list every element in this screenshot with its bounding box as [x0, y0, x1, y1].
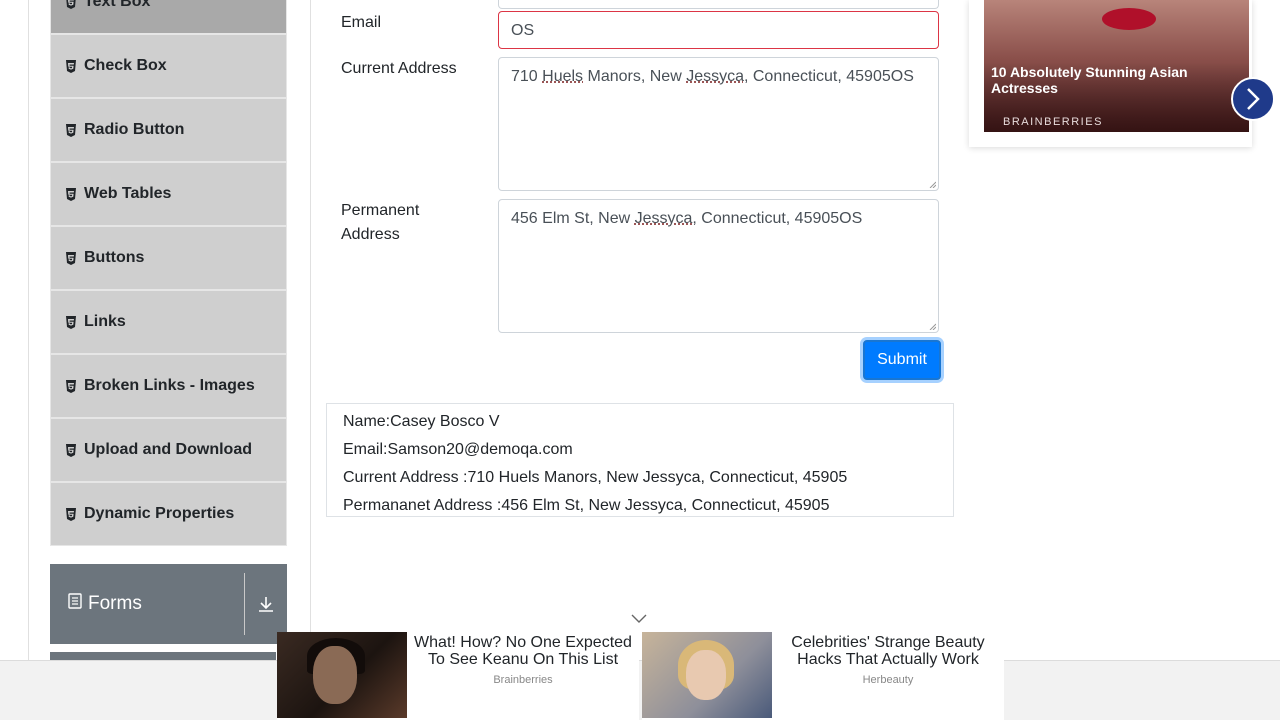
html5-icon: [65, 315, 77, 329]
ad-thumbnail[interactable]: [277, 632, 407, 718]
ad-headline[interactable]: What! How? No One Expected To See Keanu …: [407, 634, 639, 668]
ad-thumbnail[interactable]: [642, 632, 772, 718]
output-panel: Name:Casey Bosco V Email:Samson20@demoqa…: [326, 403, 954, 517]
group-header-forms[interactable]: Forms: [50, 564, 287, 644]
html5-icon: [65, 507, 77, 521]
html5-icon: [65, 379, 77, 393]
sidebar-item-label: Links: [84, 313, 126, 330]
chevron-down-icon[interactable]: [630, 612, 648, 630]
expand-icon[interactable]: [245, 595, 287, 613]
left-border: [28, 0, 29, 720]
resize-handle-icon[interactable]: [929, 323, 936, 330]
current-address-textarea[interactable]: 710 Huels Manors, New Jessyca, Connectic…: [498, 57, 939, 191]
ad-source: Brainberries: [493, 674, 553, 686]
bottom-ad-2[interactable]: Celebrities' Strange Beauty Hacks That A…: [642, 632, 1004, 720]
html5-icon: [65, 0, 77, 9]
sidebar-item-radio-button[interactable]: Radio Button: [50, 98, 287, 162]
submit-button[interactable]: Submit: [863, 340, 941, 380]
sidebar-item-check-box[interactable]: Check Box: [50, 34, 287, 98]
sidebar-item-label: Upload and Download: [84, 441, 252, 458]
sidebar-item-label: Broken Links - Images: [84, 377, 255, 394]
email-label: Email: [341, 14, 382, 31]
output-current-address: Current Address :710 Huels Manors, New J…: [343, 469, 848, 486]
group-label: Forms: [88, 593, 142, 614]
sidebar-item-upload-download[interactable]: Upload and Download: [50, 418, 287, 482]
resize-handle-icon[interactable]: [929, 181, 936, 188]
page: Text Box Check Box Radio Button Web Tabl…: [0, 0, 1280, 720]
html5-icon: [65, 123, 77, 137]
sidebar-item-label: Text Box: [84, 0, 151, 10]
sidebar-item-label: Dynamic Properties: [84, 505, 235, 522]
sidebar-item-label: Buttons: [84, 249, 145, 266]
html5-icon: [65, 443, 77, 457]
output-email: Email:Samson20@demoqa.com: [343, 441, 573, 458]
column-divider: [310, 0, 311, 720]
sidebar-item-buttons[interactable]: Buttons: [50, 226, 287, 290]
name-field-bottom[interactable]: [498, 0, 939, 9]
output-permanent-address: Permananet Address :456 Elm St, New Jess…: [343, 497, 830, 514]
document-icon: [68, 593, 82, 615]
current-address-label: Current Address: [341, 60, 457, 77]
ad-source: Herbeauty: [862, 674, 914, 686]
ad-headline[interactable]: Celebrities' Strange Beauty Hacks That A…: [772, 634, 1004, 668]
chevron-right-icon[interactable]: [1231, 77, 1275, 121]
sidebar-item-links[interactable]: Links: [50, 290, 287, 354]
ad-source: BRAINBERRIES: [1003, 116, 1103, 128]
output-name: Name:Casey Bosco V: [343, 413, 500, 430]
sidebar-item-text-box[interactable]: Text Box: [50, 0, 287, 34]
permanent-address-label: Permanent Address: [341, 202, 420, 243]
email-field[interactable]: OS: [498, 11, 939, 49]
sidebar-item-dynamic-properties[interactable]: Dynamic Properties: [50, 482, 287, 546]
html5-icon: [65, 59, 77, 73]
sidebar-item-label: Check Box: [84, 57, 167, 74]
sidebar-menu: Text Box Check Box Radio Button Web Tabl…: [50, 0, 287, 546]
html5-icon: [65, 251, 77, 265]
html5-icon: [65, 187, 77, 201]
sidebar-item-label: Web Tables: [84, 185, 172, 202]
group-title: Forms: [50, 593, 244, 615]
ad-image-detail: [1102, 8, 1156, 30]
permanent-address-textarea[interactable]: 456 Elm St, New Jessyca, Connecticut, 45…: [498, 199, 939, 333]
sidebar-item-label: Radio Button: [84, 121, 185, 138]
sidebar-item-broken-links[interactable]: Broken Links - Images: [50, 354, 287, 418]
bottom-ad-bar: [0, 660, 1280, 720]
ad-title[interactable]: 10 Absolutely Stunning Asian Actresses: [991, 64, 1211, 96]
sidebar-item-web-tables[interactable]: Web Tables: [50, 162, 287, 226]
bottom-ad-1[interactable]: What! How? No One Expected To See Keanu …: [277, 632, 639, 720]
side-ad[interactable]: 10 Absolutely Stunning Asian Actresses B…: [969, 0, 1252, 147]
